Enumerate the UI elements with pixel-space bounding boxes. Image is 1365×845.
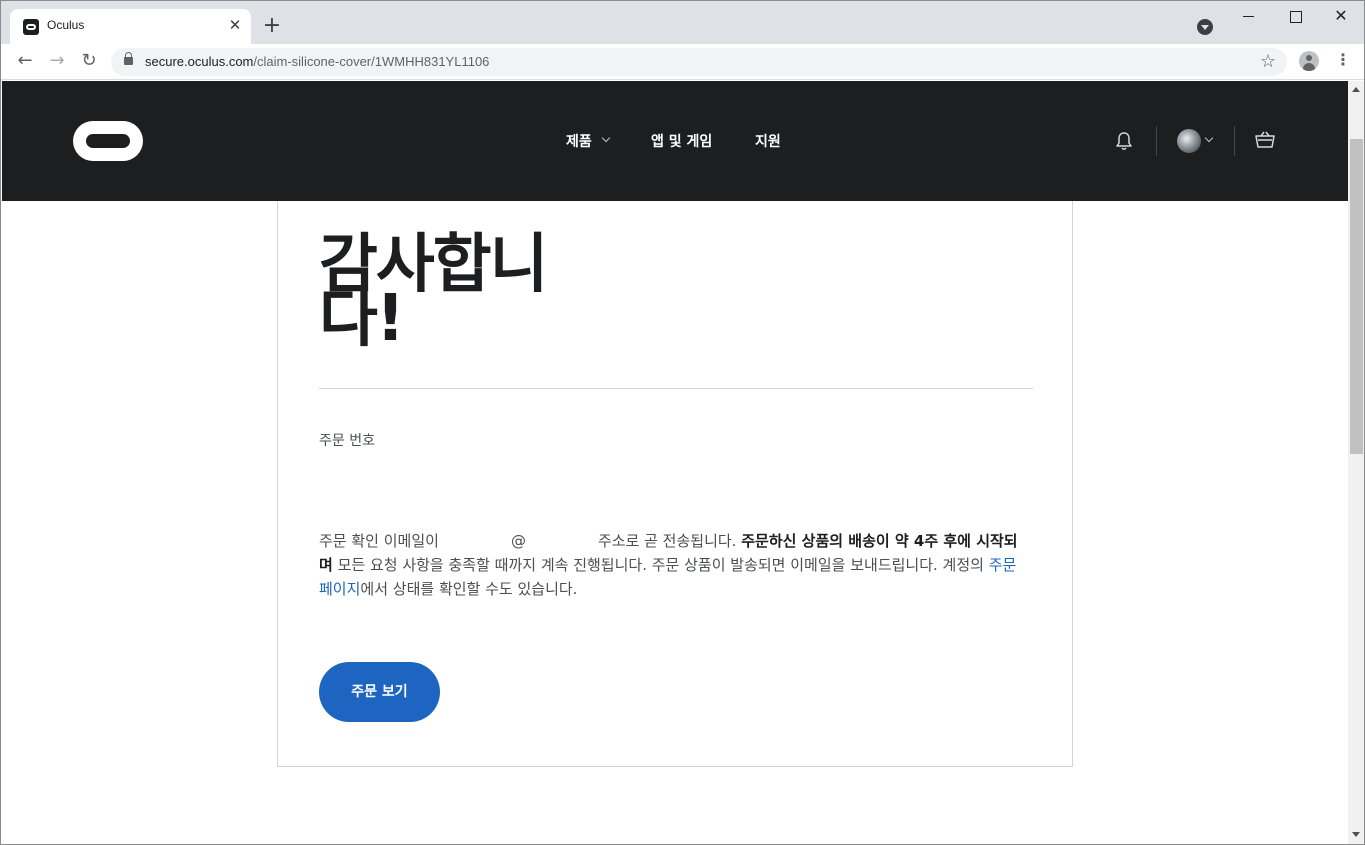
- avatar[interactable]: [1177, 129, 1201, 153]
- nav-apps-games[interactable]: 앱 및 게임: [651, 131, 712, 151]
- tab-title: Oculus: [47, 18, 85, 32]
- order-number-label: 주문 번호: [319, 433, 375, 449]
- message-part2: 주소로 곧 전송됩니다.: [597, 532, 737, 550]
- new-tab-button[interactable]: +: [261, 15, 283, 38]
- nav-products[interactable]: 제품: [566, 131, 592, 151]
- maximize-button[interactable]: [1285, 7, 1305, 27]
- scrollbar[interactable]: [1348, 81, 1364, 844]
- bookmark-star-icon[interactable]: ☆: [1260, 51, 1276, 72]
- reload-button[interactable]: ↻: [77, 50, 101, 74]
- oculus-logo[interactable]: [73, 121, 143, 161]
- divider: [319, 388, 1033, 389]
- tab-oculus[interactable]: Oculus ✕: [10, 9, 251, 44]
- scroll-up-icon[interactable]: [1352, 87, 1360, 92]
- message-part4: 에서 상태를 확인할 수도 있습니다.: [360, 580, 578, 598]
- order-message: 주문 확인 이메일이 @ 주소로 곧 전송됩니다. 주문하신 상품의 배송이 약 4…: [319, 529, 1031, 601]
- site-header: 제품 앱 및 게임 지원: [2, 81, 1348, 201]
- message-part3: 모든 요청 사항을 충족할 때까지 계속 진행됩니다. 주문 상품이 발송되면 …: [337, 556, 984, 574]
- view-order-button[interactable]: 주문 보기: [319, 662, 440, 722]
- confirmation-card: 감사합니다! 주문 번호 주문 확인 이메일이 @ 주소로 곧 전송됩니다. 주문하…: [277, 201, 1073, 767]
- chevron-down-icon[interactable]: [601, 133, 611, 143]
- close-window-button[interactable]: ✕: [1331, 7, 1351, 27]
- scroll-down-icon[interactable]: [1352, 832, 1360, 837]
- browser-window: Oculus ✕ + ✕ ← → ↻ secure.oculus.com/cla…: [0, 0, 1365, 845]
- browser-toolbar: ← → ↻ secure.oculus.com/claim-silicone-c…: [1, 44, 1364, 80]
- header-divider: [1156, 126, 1157, 156]
- minimize-button[interactable]: [1239, 7, 1259, 27]
- header-divider: [1234, 126, 1235, 156]
- oculus-favicon-icon: [23, 19, 39, 35]
- nav-support[interactable]: 지원: [755, 131, 781, 151]
- cart-icon[interactable]: [1255, 131, 1275, 149]
- url-host: secure.oculus.com: [145, 54, 254, 69]
- address-bar[interactable]: secure.oculus.com/claim-silicone-cover/1…: [111, 48, 1287, 76]
- page-title: 감사합니다!: [319, 228, 549, 356]
- message-at: @: [510, 532, 526, 550]
- tab-close-icon[interactable]: ✕: [227, 17, 243, 33]
- forward-button[interactable]: →: [45, 50, 69, 74]
- tab-strip: Oculus ✕ + ✕: [1, 1, 1364, 44]
- message-part1: 주문 확인 이메일이: [319, 532, 439, 550]
- chevron-down-icon[interactable]: [1204, 133, 1214, 143]
- back-button[interactable]: ←: [13, 50, 37, 74]
- profile-icon[interactable]: [1299, 51, 1319, 71]
- url-text[interactable]: secure.oculus.com/claim-silicone-cover/1…: [145, 54, 489, 69]
- lock-icon[interactable]: [124, 52, 133, 65]
- page-viewport: 제품 앱 및 게임 지원 감사합니다! 주문 번호 주문 확인 이메일이 @ 주소로…: [2, 81, 1348, 844]
- browser-menu-icon[interactable]: ⋮: [1335, 52, 1351, 69]
- tab-search-icon[interactable]: [1197, 19, 1213, 35]
- scroll-thumb[interactable]: [1350, 139, 1363, 454]
- url-path: /claim-silicone-cover/1WMHH831YL1106: [253, 54, 490, 69]
- bell-icon[interactable]: [1115, 131, 1133, 151]
